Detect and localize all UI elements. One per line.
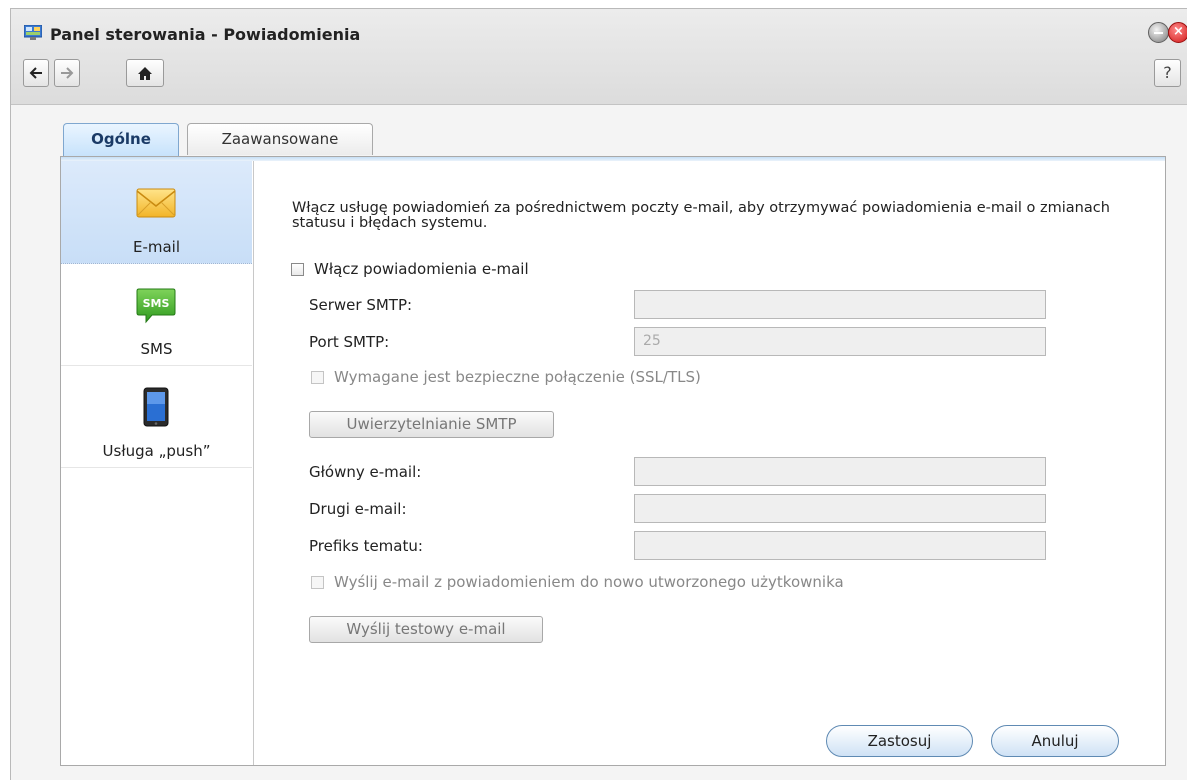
tab-general[interactable]: Ogólne xyxy=(63,123,179,157)
home-button[interactable] xyxy=(126,59,164,87)
minimize-icon[interactable] xyxy=(1148,22,1169,43)
primary-email-label: Główny e-mail: xyxy=(309,463,422,481)
mobile-device-icon xyxy=(143,387,169,427)
smtp-auth-button[interactable]: Uwierzytelnianie SMTP xyxy=(309,411,554,438)
sms-icon-text: SMS xyxy=(143,297,170,310)
new-user-email-checkbox[interactable] xyxy=(311,576,324,589)
subject-prefix-label: Prefiks tematu: xyxy=(309,537,423,555)
sidebar-item-label: E-mail xyxy=(132,238,181,256)
back-button[interactable] xyxy=(23,59,49,87)
sidebar: E-mail SMS SMS Usługa „push” xyxy=(61,161,254,765)
sidebar-item-email[interactable]: E-mail xyxy=(61,161,252,264)
smtp-server-label: Serwer SMTP: xyxy=(309,296,413,314)
arrow-left-icon xyxy=(29,67,42,79)
subject-prefix-input[interactable] xyxy=(634,531,1046,560)
email-settings: Włącz usługę powiadomień za pośrednictwe… xyxy=(254,161,1165,765)
home-icon xyxy=(138,67,152,80)
window-title: Panel sterowania - Powiadomienia xyxy=(50,25,361,44)
sidebar-item-sms[interactable]: SMS SMS xyxy=(61,263,252,366)
enable-email-checkbox[interactable] xyxy=(291,263,304,276)
arrow-right-icon xyxy=(61,67,74,79)
notifications-panel: E-mail SMS SMS Usługa „push” Włącz usług… xyxy=(60,156,1166,766)
sidebar-item-label: Usługa „push” xyxy=(102,442,211,460)
tab-advanced[interactable]: Zaawansowane xyxy=(187,123,373,155)
cancel-button[interactable]: Anuluj xyxy=(991,725,1119,757)
forward-button[interactable] xyxy=(54,59,80,87)
primary-email-input[interactable] xyxy=(634,457,1046,486)
secondary-email-label: Drugi e-mail: xyxy=(309,500,407,518)
sms-bubble-icon: SMS xyxy=(136,288,176,324)
smtp-port-label: Port SMTP: xyxy=(309,333,390,351)
control-panel-window: Panel sterowania - Powiadomienia × ? Ogó… xyxy=(10,8,1187,780)
ssl-checkbox[interactable] xyxy=(311,371,324,384)
secondary-email-input[interactable] xyxy=(634,494,1046,523)
help-button[interactable]: ? xyxy=(1154,59,1181,87)
new-user-email-label: Wyślij e-mail z powiadomieniem do nowo u… xyxy=(334,573,844,591)
envelope-icon xyxy=(136,188,176,218)
smtp-server-input[interactable] xyxy=(634,290,1046,319)
smtp-port-input[interactable]: 25 xyxy=(634,327,1046,356)
apply-button[interactable]: Zastosuj xyxy=(826,725,973,757)
close-icon[interactable]: × xyxy=(1168,22,1187,43)
enable-email-label: Włącz powiadomienia e-mail xyxy=(314,260,529,278)
title-bar: Panel sterowania - Powiadomienia × ? xyxy=(11,9,1187,105)
sidebar-item-label: SMS xyxy=(140,340,173,358)
send-test-email-button[interactable]: Wyślij testowy e-mail xyxy=(309,616,543,643)
control-panel-app-icon xyxy=(24,25,42,40)
sidebar-item-push[interactable]: Usługa „push” xyxy=(61,365,252,468)
email-description: Włącz usługę powiadomień za pośrednictwe… xyxy=(292,200,1110,231)
ssl-label: Wymagane jest bezpieczne połączenie (SSL… xyxy=(334,368,701,386)
